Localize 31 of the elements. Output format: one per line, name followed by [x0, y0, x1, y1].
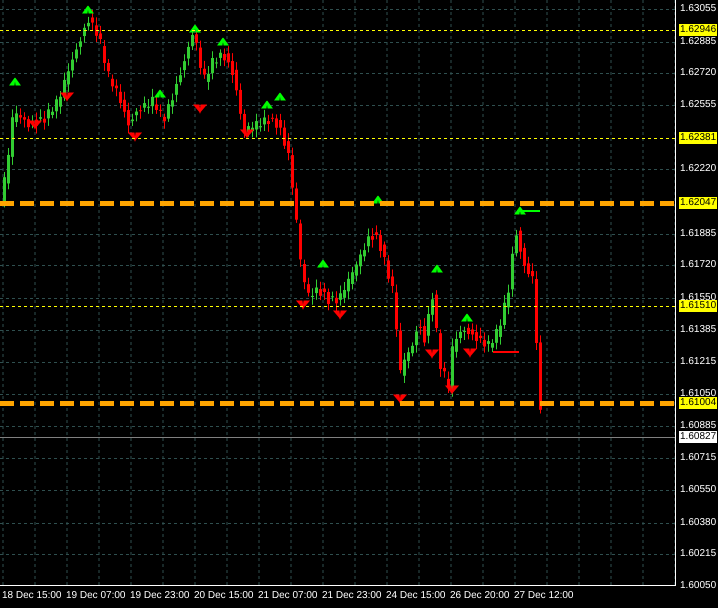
price-axis-label: 1.60380 — [679, 516, 718, 529]
price-level-label: 1.62047 — [679, 196, 718, 209]
time-axis-label: 21 Dec 23:00 — [322, 589, 382, 603]
price-axis-label: 1.61050 — [679, 388, 718, 399]
price-level-label: 1.62946 — [679, 24, 718, 36]
time-axis-label: 19 Dec 23:00 — [130, 589, 190, 603]
price-level-label: 1.61510 — [679, 300, 718, 312]
price-axis-label: 1.60885 — [679, 420, 718, 432]
price-level-label: 1.60827 — [679, 430, 718, 443]
price-axis-label: 1.60550 — [679, 484, 718, 496]
time-axis-label: 21 Dec 07:00 — [258, 589, 318, 603]
time-axis-label: 20 Dec 15:00 — [194, 589, 254, 603]
time-axis-label: 24 Dec 15:00 — [386, 589, 446, 603]
price-axis-label: 1.61720 — [679, 259, 718, 272]
time-axis-label: 27 Dec 12:00 — [514, 589, 574, 603]
price-axis-label: 1.62720 — [679, 67, 718, 80]
price-axis-label: 1.62555 — [679, 99, 718, 111]
price-axis-label: 1.62220 — [679, 163, 718, 176]
price-axis-label: 1.60715 — [679, 452, 718, 464]
time-axis-label: 18 Dec 15:00 — [2, 589, 62, 603]
price-axis-label: 1.60215 — [679, 548, 718, 560]
time-axis-label: 19 Dec 07:00 — [66, 589, 126, 603]
price-axis-label: 1.60050 — [679, 580, 718, 592]
price-axis-label: 1.61885 — [679, 228, 718, 240]
price-level-label: 1.62381 — [679, 132, 718, 144]
price-axis-label: 1.62885 — [679, 36, 718, 48]
price-axis-label: 1.61215 — [679, 356, 718, 368]
time-axis-label: 26 Dec 20:00 — [450, 589, 510, 603]
price-axis-label: 1.61385 — [679, 324, 718, 336]
price-level-label: 1.61004 — [679, 396, 718, 409]
price-axis-label: 1.63055 — [679, 3, 718, 15]
